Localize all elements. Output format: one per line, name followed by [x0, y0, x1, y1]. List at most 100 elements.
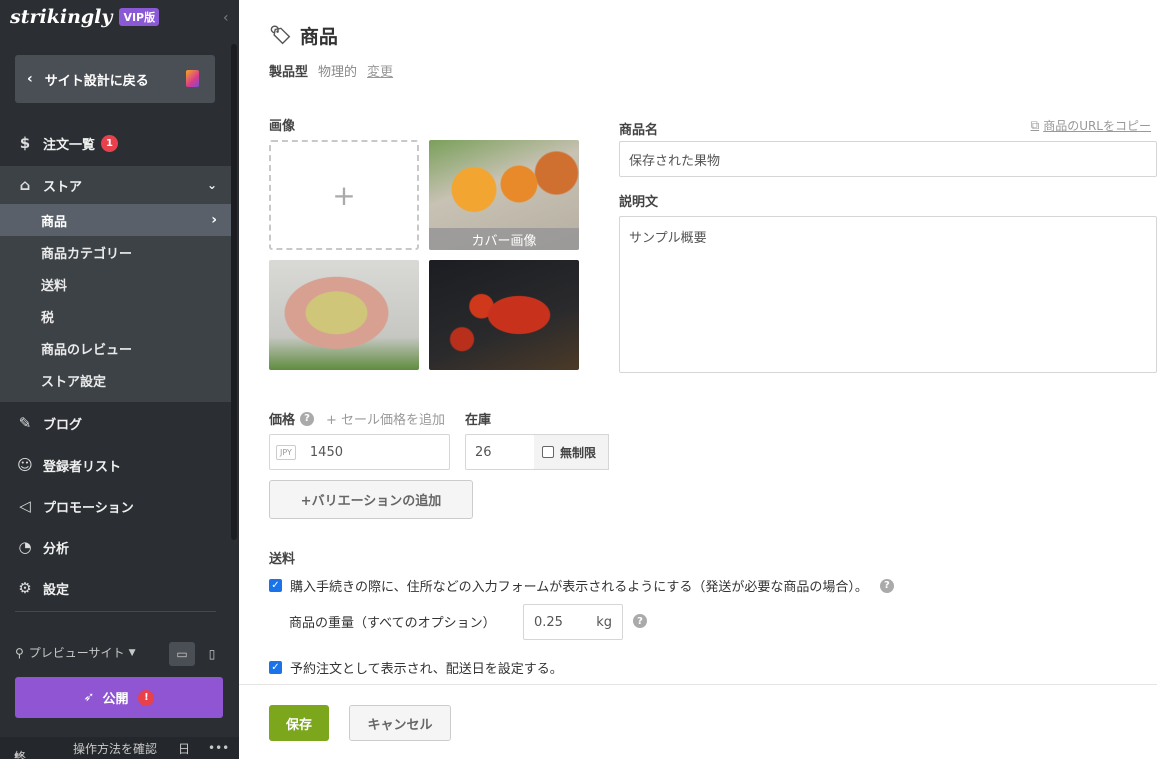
- submenu-item-tax[interactable]: 税: [0, 300, 231, 332]
- submenu-item-label: 商品のレビュー: [41, 342, 133, 358]
- sidebar-divider: [15, 611, 216, 612]
- cancel-button[interactable]: キャンセル: [349, 705, 451, 741]
- sidebar-item-store[interactable]: ⌂ ストア ⌄: [0, 166, 231, 204]
- quill-icon: ✎: [18, 414, 32, 432]
- change-type-link[interactable]: 変更: [367, 61, 393, 80]
- shipping-address-checkbox[interactable]: ✓ 購入手続きの際に、住所などの入力フォームが表示されるようにする（発送が必要な…: [269, 576, 894, 595]
- sidebar-item-analytics[interactable]: ◔ 分析: [0, 528, 231, 566]
- orders-count-badge: 1: [101, 134, 119, 152]
- submenu-item-categories[interactable]: 商品カテゴリー: [0, 236, 231, 268]
- sidebar-item-label: 分析: [43, 541, 70, 557]
- copy-url-label: 商品のURLをコピー: [1043, 119, 1151, 133]
- preview-label: プレビューサイト: [28, 646, 125, 660]
- submenu-item-shipping[interactable]: 送料: [0, 268, 231, 300]
- store-submenu: 商品 › 商品カテゴリー 送料 税 商品のレビュー ストア設定: [0, 204, 231, 402]
- sidebar-item-label: 登録者リスト: [43, 459, 122, 475]
- back-button-label: サイト設計に戻る: [44, 73, 149, 89]
- submenu-item-reviews[interactable]: 商品のレビュー: [0, 332, 231, 364]
- description-label: 説明文: [619, 195, 659, 210]
- images-label: 画像: [269, 119, 296, 134]
- stock-label: 在庫: [465, 413, 492, 428]
- users-icon: ☺: [17, 456, 33, 474]
- search-icon: ⚲: [15, 645, 24, 660]
- collapse-sidebar-icon[interactable]: ‹: [223, 10, 229, 26]
- publish-button[interactable]: ➶ 公開 !: [15, 677, 223, 718]
- stock-value: 26: [475, 444, 492, 460]
- save-button[interactable]: 保存: [269, 705, 329, 741]
- brand: strikingly VIP版: [10, 6, 160, 28]
- submenu-item-label: ストア設定: [41, 374, 107, 390]
- submenu-item-label: 税: [41, 310, 55, 326]
- product-image-apricot-jam[interactable]: カバー画像: [429, 140, 579, 250]
- sidebar-item-label: プロモーション: [43, 500, 134, 516]
- add-variation-button[interactable]: +バリエーションの追加: [269, 480, 473, 519]
- unlimited-stock-checkbox[interactable]: 無制限: [534, 434, 609, 470]
- strikingly-logo: strikingly: [10, 6, 113, 28]
- product-name-input[interactable]: 保存された果物: [619, 141, 1157, 177]
- sidebar-item-orders[interactable]: $ 注文一覧 1: [0, 124, 231, 162]
- copy-icon: ⧉: [1030, 118, 1040, 132]
- mobile-preview-button[interactable]: ▯: [199, 642, 225, 666]
- description-value: サンプル概要: [629, 231, 707, 246]
- sidebar-item-label: 注文一覧: [43, 137, 96, 153]
- sidebar: strikingly VIP版 ‹ ‹ サイト設計に戻る $ 注文一覧 1 ⌂ …: [0, 0, 239, 759]
- chevron-left-icon: ‹: [27, 71, 33, 87]
- howto-link[interactable]: 操作方法を確認: [73, 740, 157, 757]
- price-input[interactable]: JPY 1450: [269, 434, 450, 470]
- footer-divider: [239, 684, 1157, 685]
- cover-image-label: カバー画像: [429, 228, 579, 250]
- sidebar-bottom-bar: ← 終了 操作方法を確認 日 •••: [0, 737, 239, 759]
- sidebar-item-settings[interactable]: ⚙ 設定: [0, 569, 231, 607]
- rocket-icon: ➶: [83, 690, 95, 705]
- add-image-button[interactable]: +: [269, 140, 419, 250]
- unlimited-label: 無制限: [560, 445, 597, 460]
- product-type-label: 製品型: [269, 65, 309, 80]
- publish-warning-badge: !: [138, 689, 155, 706]
- plus-icon: +: [332, 178, 356, 212]
- submenu-item-store-settings[interactable]: ストア設定: [0, 364, 231, 396]
- back-to-site-editor-button[interactable]: ‹ サイト設計に戻る: [15, 55, 215, 103]
- desktop-icon: ▭: [176, 647, 188, 661]
- checkbox-checked-icon: ✓: [269, 579, 282, 592]
- weight-help-icon[interactable]: ?: [633, 614, 647, 628]
- sidebar-item-promotions[interactable]: ◁ プロモーション: [0, 487, 231, 525]
- storefront-icon: ⌂: [19, 176, 31, 194]
- preorder-checkbox-label: 予約注文として表示され、配送日を設定する。: [290, 662, 563, 677]
- more-menu-icon[interactable]: •••: [208, 741, 229, 755]
- mobile-icon: ▯: [208, 647, 216, 661]
- price-help-icon[interactable]: ?: [300, 411, 315, 426]
- checkbox-unchecked-icon: [542, 446, 554, 458]
- sidebar-item-subscribers[interactable]: ☺ 登録者リスト: [0, 446, 231, 484]
- price-value: 1450: [309, 444, 343, 460]
- sidebar-item-label: ストア: [43, 179, 83, 195]
- page-title-text: 商品: [299, 26, 338, 48]
- product-image-tomato-sauce[interactable]: [429, 260, 579, 370]
- product-type-value: 物理的: [318, 65, 358, 80]
- preview-site-dropdown[interactable]: ⚲ プレビューサイト ▼: [15, 644, 135, 661]
- copy-url-link[interactable]: ⧉ 商品のURLをコピー: [1031, 117, 1151, 134]
- price-label: 価格: [269, 413, 296, 428]
- product-type: 製品型 物理的 変更: [269, 61, 393, 80]
- weight-input[interactable]: 0.25 kg: [523, 604, 623, 640]
- description-textarea[interactable]: サンプル概要: [619, 216, 1157, 373]
- shipping-help-icon[interactable]: ?: [879, 578, 894, 593]
- desktop-preview-button[interactable]: ▭: [169, 642, 195, 666]
- submenu-item-label: 商品カテゴリー: [41, 246, 133, 262]
- currency-badge: JPY: [276, 444, 296, 460]
- pie-chart-icon: ◔: [18, 538, 32, 556]
- language-switch[interactable]: 日: [178, 740, 190, 757]
- submenu-item-products[interactable]: 商品 ›: [0, 204, 231, 236]
- shipping-label: 送料: [269, 552, 296, 567]
- checkbox-checked-icon: ✓: [269, 661, 282, 674]
- chevron-right-icon: ›: [211, 212, 217, 228]
- sidebar-item-blog[interactable]: ✎ ブログ: [0, 404, 231, 442]
- product-image-hummus[interactable]: [269, 260, 419, 370]
- page-icon: [186, 70, 199, 87]
- sidebar-scrollbar[interactable]: [231, 44, 237, 540]
- add-sale-price-link[interactable]: + セール価格を追加: [326, 409, 445, 428]
- chevron-down-icon: ⌄: [206, 178, 217, 192]
- shipping-checkbox-label: 購入手続きの際に、住所などの入力フォームが表示されるようにする（発送が必要な商品…: [290, 580, 868, 595]
- submenu-item-label: 送料: [41, 278, 68, 294]
- stock-input[interactable]: 26: [465, 434, 535, 470]
- preorder-checkbox[interactable]: ✓ 予約注文として表示され、配送日を設定する。: [269, 658, 563, 677]
